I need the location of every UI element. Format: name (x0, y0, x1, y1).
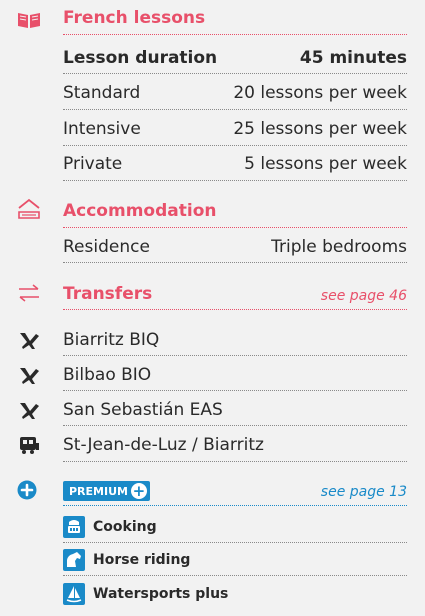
cooking-pot-icon (63, 516, 85, 538)
divider (63, 73, 407, 74)
horse-icon (63, 549, 85, 571)
premium-item-horse-riding: Horse riding (63, 549, 407, 571)
plane-icon (20, 368, 39, 384)
premium-badge: PREMIUM + (63, 481, 150, 501)
transfer-row: Biarritz BIQ (63, 325, 407, 355)
row-label: Private (63, 154, 123, 174)
section-title-accommodation: Accommodation (63, 201, 217, 221)
divider (63, 425, 407, 426)
transfer-row: San Sebastián EAS (63, 395, 407, 425)
divider (63, 34, 407, 35)
divider (63, 355, 407, 356)
row-label: San Sebastián EAS (63, 400, 223, 420)
premium-item-label: Cooking (93, 519, 157, 535)
divider (63, 575, 407, 576)
divider (63, 390, 407, 391)
premium-item-label: Horse riding (93, 552, 191, 568)
row-value: 25 lessons per week (233, 119, 407, 139)
divider (63, 262, 407, 263)
plus-circle-icon (17, 480, 37, 500)
section-title-transfers: Transfers (63, 284, 153, 304)
transfer-row: St-Jean-de-Luz / Biarritz (63, 430, 407, 460)
lesson-duration-label: Lesson duration (63, 48, 218, 68)
divider (63, 542, 407, 543)
divider (63, 109, 407, 110)
row-label: Biarritz BIQ (63, 330, 160, 350)
divider (63, 505, 407, 506)
train-icon (20, 437, 39, 454)
sailboat-icon (63, 583, 85, 605)
transfer-row: Bilbao BIO (63, 360, 407, 390)
transfers-page-ref[interactable]: see page 46 (321, 288, 407, 304)
section-title-french-lessons: French lessons (63, 8, 206, 28)
divider (63, 227, 407, 228)
lesson-duration-value: 45 minutes (299, 48, 407, 68)
divider (63, 461, 407, 462)
divider (63, 180, 407, 181)
row-value: 5 lessons per week (244, 154, 407, 174)
premium-item-cooking: Cooking (63, 516, 407, 538)
premium-badge-label: PREMIUM (69, 484, 128, 498)
divider (63, 145, 407, 146)
premium-item-label: Watersports plus (93, 586, 229, 602)
open-book-icon (18, 13, 40, 28)
row-label: Residence (63, 237, 150, 257)
lesson-duration-row: Lesson duration 45 minutes (63, 43, 407, 73)
premium-page-ref[interactable]: see page 13 (321, 484, 407, 500)
premium-item-watersports: Watersports plus (63, 583, 407, 605)
lesson-row-intensive: Intensive 25 lessons per week (63, 114, 407, 144)
divider (63, 309, 407, 310)
row-label: Standard (63, 83, 141, 103)
plane-icon (20, 333, 39, 349)
house-icon (18, 198, 40, 219)
row-value: Triple bedrooms (271, 237, 407, 257)
plane-icon (20, 403, 39, 419)
row-label: Intensive (63, 119, 141, 139)
transfer-arrows-icon (19, 284, 39, 302)
row-label: Bilbao BIO (63, 365, 152, 385)
row-value: 20 lessons per week (233, 83, 407, 103)
row-label: St-Jean-de-Luz / Biarritz (63, 435, 264, 455)
lesson-row-private: Private 5 lessons per week (63, 149, 407, 179)
plus-icon: + (130, 481, 147, 500)
lesson-row-standard: Standard 20 lessons per week (63, 78, 407, 108)
accommodation-row-residence: Residence Triple bedrooms (63, 232, 407, 262)
